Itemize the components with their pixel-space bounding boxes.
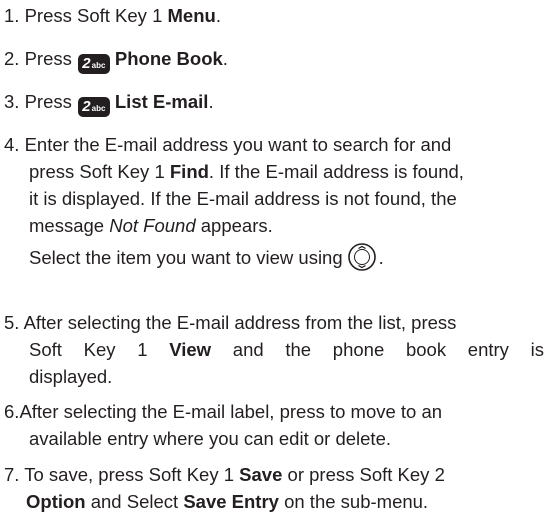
step-text: on the sub-menu. <box>284 491 429 512</box>
step-6: 6.After selecting the E-mail label, pres… <box>4 398 544 452</box>
step-6-line-2: available entry where you can edit or de… <box>4 425 544 452</box>
step-4: 4. Enter the E-mail address you want to … <box>4 131 544 272</box>
step-1: 1. Press Soft Key 1 Menu. <box>4 2 544 29</box>
punctuation: . <box>222 48 228 69</box>
option-label: Option <box>26 491 86 512</box>
step-3: 3. Press 2abc List E-mail. <box>4 88 544 117</box>
save-label: Save <box>239 464 283 485</box>
step-number: 7. <box>4 464 20 485</box>
not-found-message: Not Found <box>109 215 196 236</box>
step-number: 2. <box>4 48 20 69</box>
key-number: 2 <box>82 98 91 115</box>
key-2-abc-icon: 2abc <box>77 54 110 74</box>
step-text: or press Soft Key 2 <box>287 464 445 485</box>
step-text: After selecting the E-mail address from … <box>23 312 457 333</box>
step-6-line-1: 6.After selecting the E-mail label, pres… <box>4 398 544 425</box>
punctuation: . <box>378 247 384 268</box>
list-email-label: List E-mail <box>114 91 209 112</box>
step-2: 2. Press 2abc Phone Book. <box>4 45 544 74</box>
step-number: 4. <box>4 134 20 155</box>
step-number: 6. <box>4 401 20 422</box>
step-text: After selecting the E-mail label, press … <box>19 401 443 422</box>
step-7-line-1: 7. To save, press Soft Key 1 Save or pre… <box>4 461 544 488</box>
punctuation: . <box>208 91 214 112</box>
key-number: 2 <box>82 55 91 72</box>
step-5-line-2: Soft Key 1 View and the phone book entry… <box>4 336 544 363</box>
step-text: displayed. <box>29 366 113 387</box>
step-text: appears. <box>200 215 273 236</box>
step-text: Press Soft Key 1 <box>24 5 163 26</box>
navigation-key-icon <box>347 242 377 272</box>
step-7: 7. To save, press Soft Key 1 Save or pre… <box>4 461 544 515</box>
step-text: available entry where you can edit or de… <box>29 428 391 449</box>
step-7-line-2: Option and Select Save Entry on the sub-… <box>4 488 544 515</box>
step-4-line-4: message Not Found appears. <box>4 212 544 239</box>
step-4-line-1: 4. Enter the E-mail address you want to … <box>4 131 544 158</box>
step-4-line-2: press Soft Key 1 Find. If the E-mail add… <box>4 158 544 185</box>
step-number: 3. <box>4 91 20 112</box>
step-2-line: 2. Press 2abc Phone Book. <box>4 45 544 74</box>
save-entry-label: Save Entry <box>183 491 279 512</box>
step-text: . If the E-mail address is found, <box>208 161 464 182</box>
key-2-abc-icon: 2abc <box>77 97 110 117</box>
step-text: Press <box>24 48 72 69</box>
instruction-page: 1. Press Soft Key 1 Menu. 2. Press 2abc Ph… <box>0 0 550 523</box>
step-5-line-1: 5. After selecting the E-mail address fr… <box>4 309 544 336</box>
view-label: View <box>169 339 212 360</box>
step-text: Enter the E-mail address you want to sea… <box>24 134 452 155</box>
step-5: 5. After selecting the E-mail address fr… <box>4 309 544 390</box>
punctuation: . <box>215 5 221 26</box>
find-label: Find <box>169 161 209 182</box>
phone-book-label: Phone Book <box>114 48 223 69</box>
menu-label: Menu <box>167 5 216 26</box>
step-text: Select the item you want to view using <box>29 247 343 268</box>
step-number: 1. <box>4 5 20 26</box>
step-text: it is displayed. If the E-mail address i… <box>29 188 457 209</box>
step-text: message <box>29 215 105 236</box>
step-4-line-3: it is displayed. If the E-mail address i… <box>4 185 544 212</box>
step-text: and the phone book entry is <box>232 339 544 360</box>
step-text: Soft Key 1 <box>29 339 148 360</box>
step-1-line: 1. Press Soft Key 1 Menu. <box>4 2 544 29</box>
step-text: To save, press Soft Key 1 <box>24 464 235 485</box>
key-letters: abc <box>91 61 106 70</box>
step-4-line-5: Select the item you want to view using. <box>4 242 544 272</box>
step-text: and Select <box>90 491 179 512</box>
step-3-line: 3. Press 2abc List E-mail. <box>4 88 544 117</box>
step-text: press Soft Key 1 <box>29 161 165 182</box>
step-number: 5. <box>4 312 20 333</box>
step-text: Press <box>24 91 72 112</box>
key-letters: abc <box>91 104 106 113</box>
step-5-line-3: displayed. <box>4 363 544 390</box>
